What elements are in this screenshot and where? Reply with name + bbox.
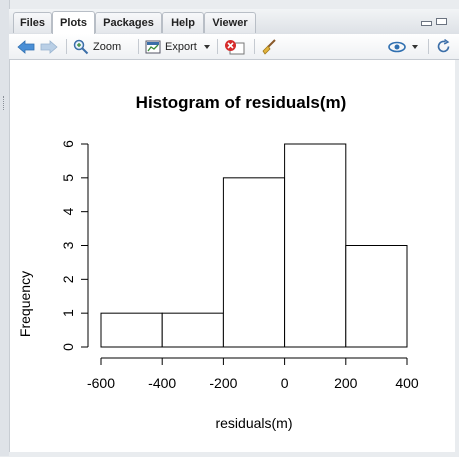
- x-axis-label: residuals(m): [215, 415, 292, 431]
- histogram-bar: [345, 245, 408, 348]
- x-tick-label: -400: [148, 375, 176, 391]
- tab-viewer-label: Viewer: [212, 17, 248, 29]
- remove-plot-button[interactable]: [224, 38, 246, 55]
- publish-button[interactable]: [388, 38, 419, 55]
- y-tick-label: 6: [60, 140, 76, 148]
- export-icon: [145, 40, 161, 53]
- x-tick-label: 0: [281, 375, 289, 391]
- broom-icon: [262, 38, 276, 55]
- export-label: Export: [165, 40, 197, 53]
- toolbar-separator: [428, 39, 429, 54]
- minimize-pane-icon[interactable]: [421, 21, 432, 26]
- tab-packages-label: Packages: [103, 17, 154, 29]
- tab-help-label: Help: [171, 17, 195, 29]
- histogram-bars: [100, 143, 408, 348]
- x-tick-label: -200: [209, 375, 237, 391]
- histogram-bar: [284, 143, 347, 348]
- forward-arrow-icon[interactable]: [40, 38, 58, 55]
- tab-packages[interactable]: Packages: [95, 12, 162, 33]
- y-tick-label: 5: [60, 174, 76, 182]
- chevron-down-icon: [203, 44, 210, 49]
- tab-viewer[interactable]: Viewer: [204, 12, 256, 33]
- plot-canvas: Histogram of residuals(m) residuals(m) F…: [10, 60, 455, 452]
- y-tick-label: 3: [60, 241, 76, 249]
- histogram-bar: [161, 312, 224, 348]
- y-axis: 0 1 2 3 4 5 6: [60, 140, 89, 351]
- y-tick-label: 4: [60, 208, 76, 216]
- y-axis-label: Frequency: [17, 271, 33, 337]
- refresh-button[interactable]: [436, 38, 451, 55]
- histogram-bar: [100, 312, 163, 348]
- tab-bar: Files Plots Packages Help Viewer: [9, 9, 459, 35]
- zoom-label: Zoom: [93, 40, 122, 53]
- toolbar-separator: [254, 39, 255, 54]
- pane-border: [9, 452, 459, 456]
- chevron-down-icon: [412, 44, 418, 49]
- zoom-button[interactable]: Zoom: [73, 38, 121, 55]
- pane-border: [455, 60, 459, 456]
- splitter-grip-icon[interactable]: [3, 96, 7, 110]
- y-tick-label: 1: [60, 309, 76, 317]
- tab-files[interactable]: Files: [13, 12, 52, 33]
- publish-icon: [388, 41, 406, 52]
- zoom-icon: [73, 39, 89, 54]
- chart-title: Histogram of residuals(m): [136, 93, 347, 112]
- histogram-chart: Histogram of residuals(m) residuals(m) F…: [17, 93, 419, 431]
- remove-plot-icon: [225, 39, 245, 54]
- toolbar-separator: [217, 39, 218, 54]
- y-tick-label: 0: [60, 343, 76, 351]
- back-arrow-icon[interactable]: [17, 38, 35, 55]
- y-tick-label: 2: [60, 275, 76, 283]
- x-tick-label: 200: [334, 375, 358, 391]
- x-tick-label: -600: [87, 375, 115, 391]
- clear-all-plots-button[interactable]: [261, 38, 277, 55]
- maximize-pane-icon[interactable]: [436, 18, 447, 25]
- pane-splitter[interactable]: [0, 0, 10, 456]
- refresh-icon: [437, 39, 450, 53]
- tab-plots[interactable]: Plots: [52, 11, 95, 34]
- toolbar-separator: [138, 39, 139, 54]
- x-axis: -600 -400 -200 0 200 400: [87, 357, 419, 391]
- tab-help[interactable]: Help: [162, 12, 204, 33]
- plots-toolbar: Zoom Export: [9, 34, 459, 60]
- toolbar-separator: [66, 39, 67, 54]
- plots-pane: Files Plots Packages Help Viewer Zoom Ex…: [0, 0, 459, 456]
- tab-files-label: Files: [19, 17, 46, 29]
- x-tick-label: 400: [395, 375, 419, 391]
- export-button[interactable]: Export: [145, 38, 211, 55]
- tab-plots-label: Plots: [60, 17, 87, 29]
- histogram-bar: [222, 177, 286, 348]
